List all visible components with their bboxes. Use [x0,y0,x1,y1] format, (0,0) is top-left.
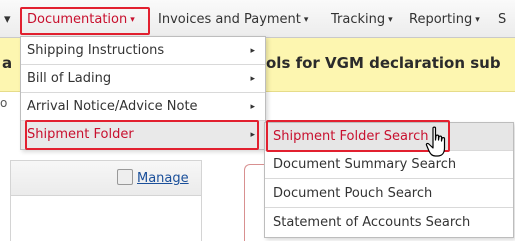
panel-header: Manage [11,161,201,196]
chevron-down-icon: ▾ [130,15,135,25]
nav-invoices-payment[interactable]: Invoices and Payment ▾ [158,10,308,30]
background-text-fragment: o [0,96,8,110]
documentation-menu: Shipping Instructions ▸ Bill of Lading ▸… [20,36,266,150]
nav-invoices-payment-label: Invoices and Payment [158,12,301,27]
nav-partial-caret[interactable]: ▾ [4,10,11,30]
top-nav: ▾ Documentation ▾ Invoices and Payment ▾ T… [0,0,515,38]
banner-left-fragment: a [2,54,13,72]
chevron-down-icon: ▾ [303,15,309,25]
manage-link[interactable]: Manage [137,171,189,186]
nav-reporting-label: Reporting [409,12,473,27]
nav-reporting[interactable]: Reporting ▾ [409,10,480,30]
menu-item-label: Bill of Lading [27,71,112,86]
shipment-folder-submenu: Shipment Folder Search Document Summary … [264,122,514,238]
chevron-down-icon: ▾ [388,15,393,25]
submenu-item-statement-of-accounts-search[interactable]: Statement of Accounts Search [265,209,513,237]
chevron-down-icon: ▾ [475,15,480,25]
nav-documentation-label: Documentation [27,12,128,27]
chevron-right-icon: ▸ [250,46,255,56]
background-panel: Manage [10,160,202,241]
menu-item-label: Shipping Instructions [27,43,165,58]
manage-icon [117,169,133,185]
hand-cursor-icon [425,126,446,157]
chevron-right-icon: ▸ [250,74,255,84]
submenu-item-shipment-folder-search[interactable]: Shipment Folder Search [265,123,513,151]
chevron-right-icon: ▸ [250,102,255,112]
submenu-item-document-summary-search[interactable]: Document Summary Search [265,151,513,179]
nav-tracking[interactable]: Tracking ▾ [331,10,393,30]
nav-documentation[interactable]: Documentation ▾ [27,10,135,30]
menu-item-label: Arrival Notice/Advice Note [27,99,198,114]
nav-partial-item[interactable]: S [498,10,506,30]
menu-item-bill-of-lading[interactable]: Bill of Lading ▸ [21,65,265,93]
submenu-item-document-pouch-search[interactable]: Document Pouch Search [265,180,513,208]
banner-text: ols for VGM declaration sub [266,54,501,72]
menu-item-shipment-folder[interactable]: Shipment Folder ▸ [21,121,265,149]
menu-item-arrival-notice[interactable]: Arrival Notice/Advice Note ▸ [21,93,265,121]
menu-item-shipping-instructions[interactable]: Shipping Instructions ▸ [21,37,265,65]
nav-tracking-label: Tracking [331,12,386,27]
chevron-right-icon: ▸ [250,130,255,140]
menu-item-label: Shipment Folder [27,127,134,142]
